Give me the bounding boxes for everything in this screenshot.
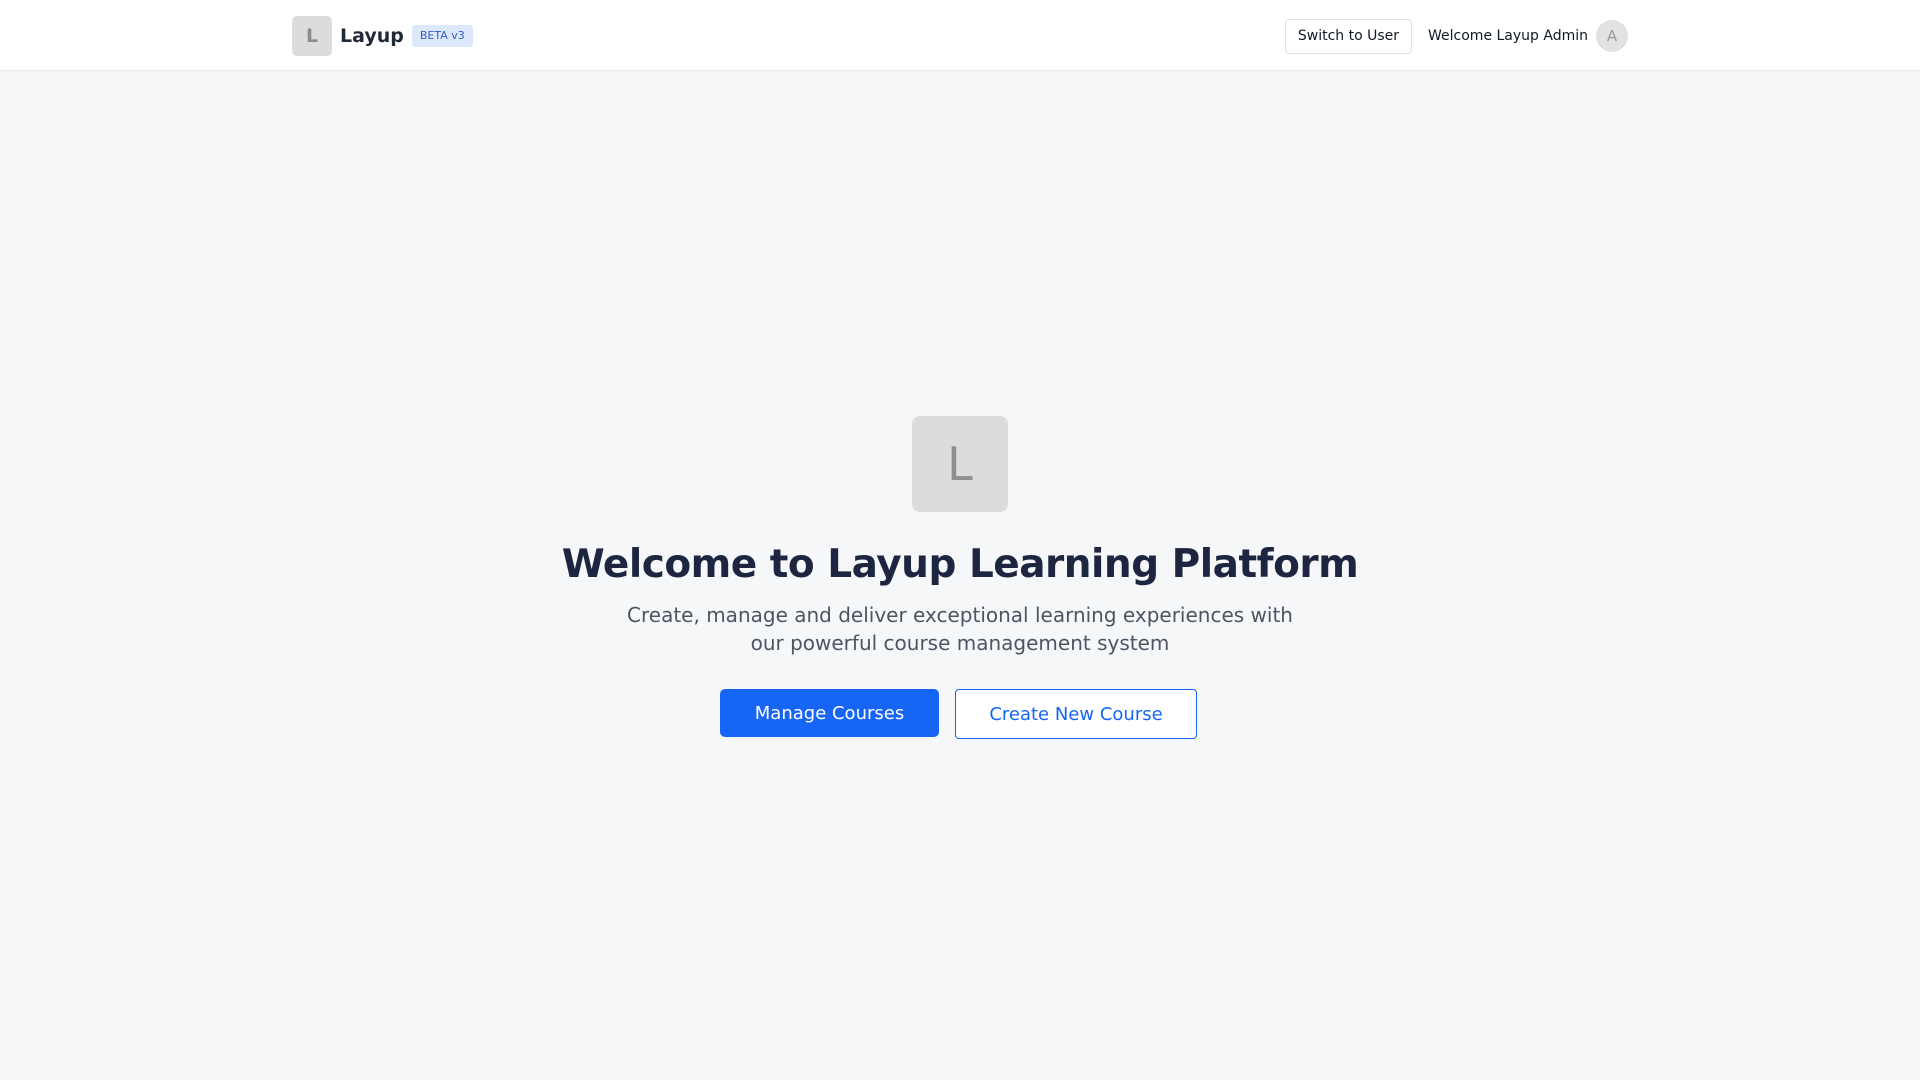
brand[interactable]: L Layup BETA v3 bbox=[292, 16, 473, 56]
page-subtitle: Create, manage and deliver exceptional l… bbox=[627, 603, 1293, 655]
welcome-user-text: Welcome Layup Admin bbox=[1428, 28, 1588, 44]
avatar[interactable]: A bbox=[1596, 20, 1628, 52]
version-badge: BETA v3 bbox=[411, 25, 473, 47]
hero-logo: L bbox=[912, 416, 1008, 512]
manage-courses-button[interactable]: Manage Courses bbox=[720, 689, 939, 737]
page-title: Welcome to Layup Learning Platform bbox=[561, 542, 1359, 587]
header-actions: Switch to User Welcome Layup Admin A bbox=[1284, 18, 1628, 54]
brand-name: Layup bbox=[340, 25, 404, 47]
hero-actions: Manage Courses Create New Course bbox=[0, 689, 1920, 739]
top-navbar: L Layup BETA v3 Switch to User Welcome L… bbox=[0, 0, 1920, 71]
switch-to-user-button[interactable]: Switch to User bbox=[1284, 18, 1413, 54]
hero-section: L Welcome to Layup Learning Platform Cre… bbox=[0, 416, 1920, 739]
create-new-course-button[interactable]: Create New Course bbox=[955, 689, 1197, 739]
brand-logo: L bbox=[292, 16, 332, 56]
